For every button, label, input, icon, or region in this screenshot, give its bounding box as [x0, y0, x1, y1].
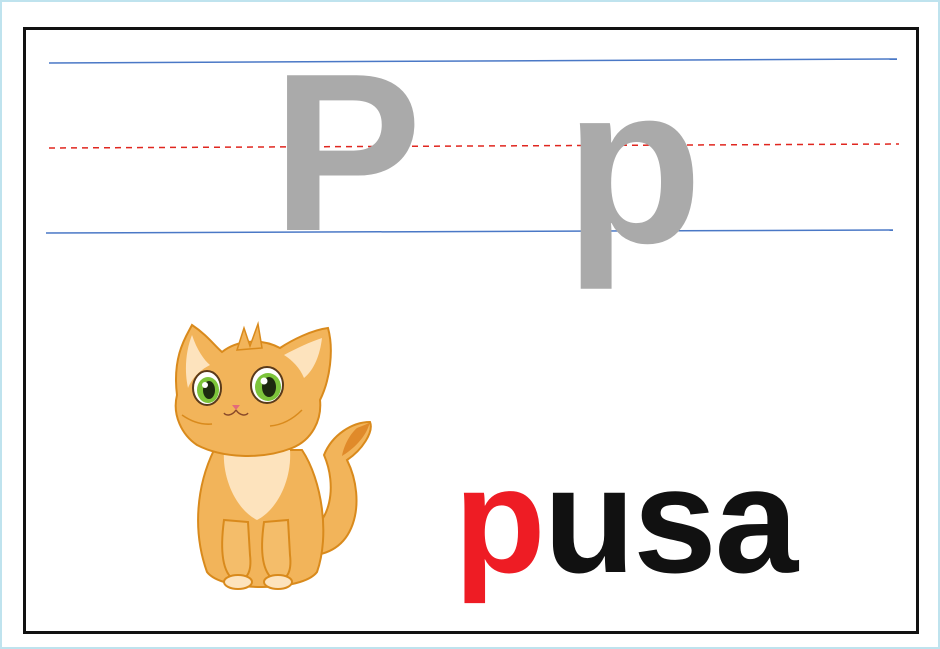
word-first-letter: p: [454, 436, 546, 604]
uppercase-letter: P: [272, 26, 423, 278]
cat-icon: [174, 321, 372, 590]
example-word: pusa: [454, 445, 798, 595]
worksheet-page: P p pusa: [0, 0, 940, 649]
word-rest: usa: [543, 436, 798, 604]
lowercase-letter: p: [565, 38, 703, 290]
